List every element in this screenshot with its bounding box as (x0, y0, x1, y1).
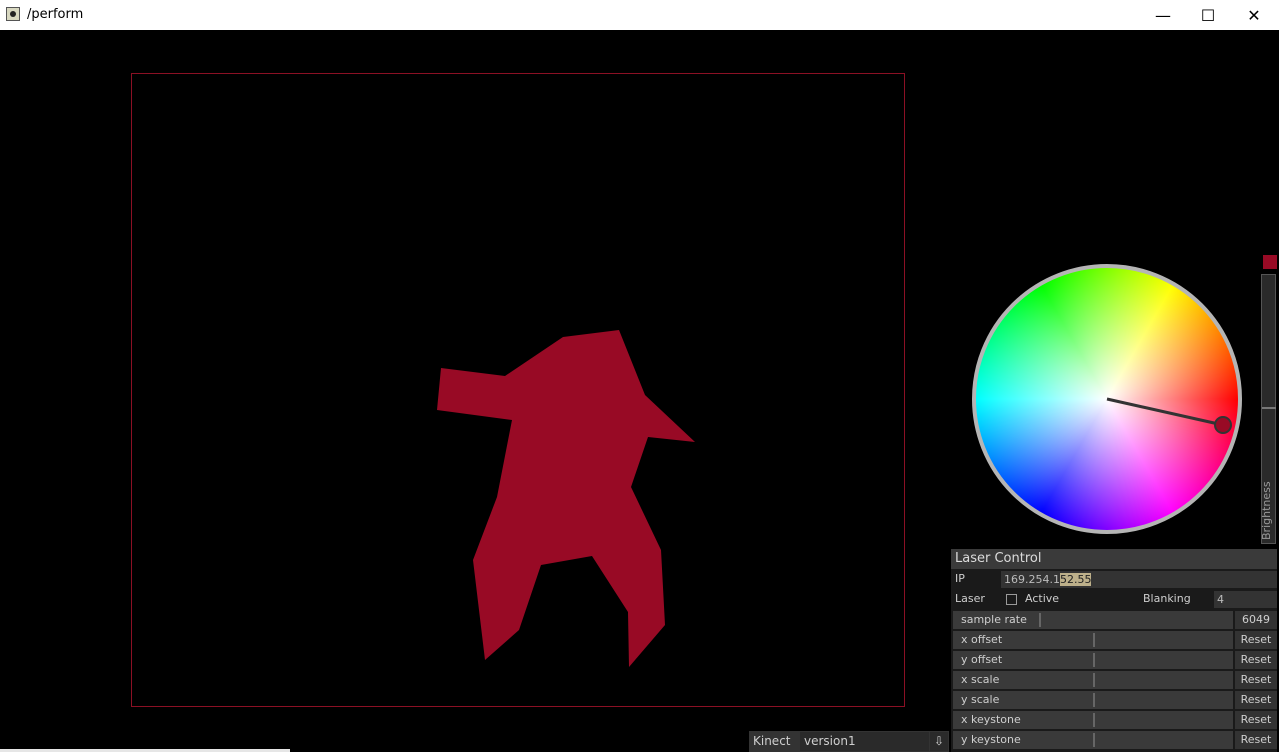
x-offset-reset-button[interactable]: Reset (1235, 631, 1277, 649)
laser-label: Laser (955, 592, 985, 605)
ip-value-selected: 52.55 (1059, 573, 1092, 586)
y-scale-reset-button[interactable]: Reset (1235, 691, 1277, 709)
kinect-label: Kinect (753, 734, 791, 748)
y-scale-row: y scale Reset (951, 690, 1277, 709)
x-offset-row: x offset Reset (951, 630, 1277, 649)
y-keystone-slider[interactable]: y keystone (953, 731, 1233, 749)
y-offset-label: y offset (961, 653, 1003, 666)
y-keystone-reset-button[interactable]: Reset (1235, 731, 1277, 749)
y-scale-handle[interactable] (1093, 693, 1095, 707)
laser-control-panel: Laser Control IP 169.254.152.55 Laser Ac… (951, 549, 1277, 752)
x-scale-label: x scale (961, 673, 1000, 686)
panel-title: Laser Control (951, 549, 1277, 569)
y-offset-reset-button[interactable]: Reset (1235, 651, 1277, 669)
ip-row: IP 169.254.152.55 (951, 570, 1277, 589)
sample-rate-row: sample rate 6049 (951, 610, 1277, 629)
x-scale-slider[interactable]: x scale (953, 671, 1233, 689)
color-picker-line (1106, 397, 1224, 427)
x-offset-slider[interactable]: x offset (953, 631, 1233, 649)
blanking-label: Blanking (1143, 592, 1191, 605)
color-picker-overlay (1106, 397, 1232, 434)
color-picker-handle (1214, 416, 1232, 434)
x-keystone-slider[interactable]: x keystone (953, 711, 1233, 729)
x-scale-handle[interactable] (1093, 673, 1095, 687)
kinect-selector: Kinect version1 ⇩ (749, 731, 949, 752)
dropdown-arrow-icon[interactable]: ⇩ (930, 732, 948, 751)
brightness-color-swatch (1263, 255, 1277, 269)
y-scale-label: y scale (961, 693, 1000, 706)
ip-value: 169.254.1 (1004, 573, 1060, 586)
x-offset-handle[interactable] (1093, 633, 1095, 647)
x-keystone-handle[interactable] (1093, 713, 1095, 727)
x-offset-label: x offset (961, 633, 1003, 646)
sample-rate-slider[interactable]: sample rate (953, 611, 1233, 629)
x-scale-reset-button[interactable]: Reset (1235, 671, 1277, 689)
y-keystone-label: y keystone (961, 733, 1021, 746)
y-keystone-handle[interactable] (1093, 733, 1095, 747)
active-checkbox[interactable] (1006, 594, 1017, 605)
x-keystone-label: x keystone (961, 713, 1021, 726)
x-scale-row: x scale Reset (951, 670, 1277, 689)
ip-label: IP (955, 572, 965, 585)
laser-row: Laser Active Blanking 4 (951, 590, 1277, 609)
x-keystone-reset-button[interactable]: Reset (1235, 711, 1277, 729)
kinect-version-select[interactable]: version1 (800, 732, 929, 751)
y-keystone-row: y keystone Reset (951, 730, 1277, 749)
y-offset-slider[interactable]: y offset (953, 651, 1233, 669)
sample-rate-value: 6049 (1235, 611, 1277, 629)
y-offset-row: y offset Reset (951, 650, 1277, 669)
sample-rate-handle[interactable] (1039, 613, 1041, 627)
brightness-handle[interactable] (1262, 407, 1276, 409)
y-scale-slider[interactable]: y scale (953, 691, 1233, 709)
y-offset-handle[interactable] (1093, 653, 1095, 667)
brightness-label: Brightness (1260, 481, 1273, 540)
active-label: Active (1025, 592, 1060, 605)
sample-rate-label: sample rate (961, 613, 1027, 626)
blanking-input[interactable]: 4 (1214, 591, 1277, 608)
ip-input[interactable]: 169.254.152.55 (1001, 571, 1277, 588)
x-keystone-row: x keystone Reset (951, 710, 1277, 729)
color-wheel[interactable] (972, 264, 1242, 534)
